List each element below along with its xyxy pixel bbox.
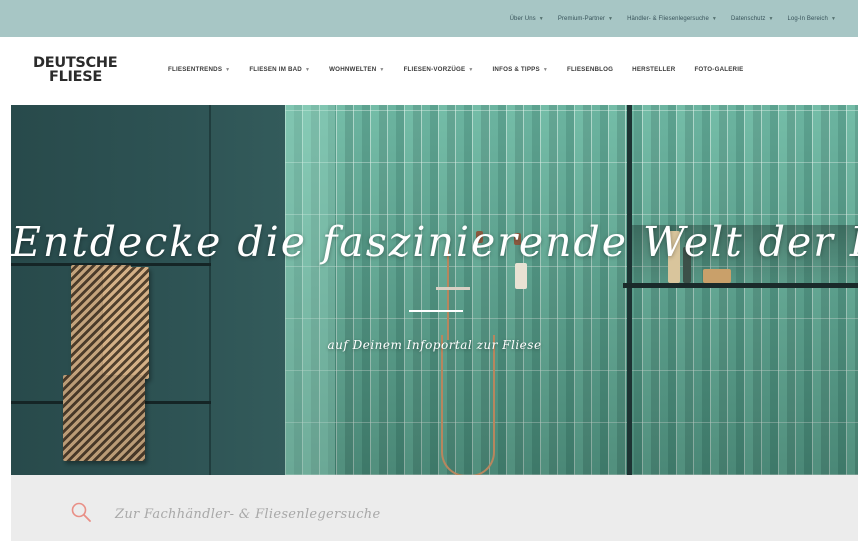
main-nav: FLIESENTRENDS ▼ FLIESEN IM BAD ▼ WOHNWELTE… <box>168 66 743 73</box>
shower-bar <box>436 287 470 290</box>
chevron-down-icon: ▼ <box>304 66 311 73</box>
search-icon[interactable] <box>71 502 91 522</box>
nav-item-infos-tipps[interactable]: INFOS & TIPPS ▼ <box>493 66 548 73</box>
chevron-down-icon: ▼ <box>225 66 231 73</box>
topnav-item-premium-partner[interactable]: Premium-Partner ▼ <box>558 16 613 22</box>
site-logo[interactable]: DEUTSCHE FLIESE <box>33 56 118 85</box>
nav-item-fliesentrends[interactable]: FLIESENTRENDS ▼ <box>168 66 230 73</box>
chevron-down-icon: ▼ <box>468 66 474 73</box>
top-utility-nav: Über Uns ▼ Premium-Partner ▼ Händler- & Fl… <box>510 0 836 37</box>
hero-title: Entdecke die faszinierende Welt der Flie… <box>11 218 858 266</box>
jar-image <box>703 269 731 283</box>
site-header: DEUTSCHE FLIESE FLIESENTRENDS ▼ FLIESEN I… <box>0 37 858 105</box>
towel-image <box>63 375 145 461</box>
hero-subtitle: auf Deinem Infoportal zur Fliese <box>327 338 542 352</box>
hero-divider <box>409 310 463 312</box>
hero-shower-pillar <box>627 105 632 475</box>
nav-item-foto-galerie[interactable]: FOTO-GALERIE <box>694 66 743 73</box>
shower-hose <box>441 335 495 475</box>
topnav-item-ueber-uns[interactable]: Über Uns ▼ <box>510 16 544 22</box>
soap-image <box>515 263 527 289</box>
chevron-down-icon: ▼ <box>608 15 614 22</box>
topnav-item-login[interactable]: Log-In Bereich ▼ <box>788 16 837 22</box>
nav-item-hersteller[interactable]: HERSTELLER <box>632 66 675 73</box>
chevron-down-icon: ▼ <box>768 15 774 22</box>
nav-item-fliesen-vorzuege[interactable]: FLIESEN-VORZÜGE ▼ <box>404 66 474 73</box>
hero-banner: Entdecke die faszinierende Welt der Flie… <box>11 105 858 475</box>
topnav-item-haendlersuche[interactable]: Händler- & Fliesenlegersuche ▼ <box>627 16 717 22</box>
top-utility-bar: Über Uns ▼ Premium-Partner ▼ Händler- & Fl… <box>0 0 858 37</box>
chevron-down-icon: ▼ <box>379 66 385 73</box>
topnav-item-datenschutz[interactable]: Datenschutz ▼ <box>731 16 774 22</box>
chevron-down-icon: ▼ <box>830 15 836 22</box>
dealer-search-link[interactable]: Zur Fachhändler- & Fliesenlegersuche <box>115 507 380 522</box>
hero-panel-seam <box>209 105 211 475</box>
towel-image <box>103 267 149 379</box>
nav-item-fliesen-im-bad[interactable]: FLIESEN IM BAD ▼ <box>249 66 310 73</box>
dealer-search-bar[interactable]: Zur Fachhändler- & Fliesenlegersuche <box>11 475 858 541</box>
nav-item-wohnwelten[interactable]: WOHNWELTEN ▼ <box>329 66 384 73</box>
hero-tile-highlight <box>285 105 335 475</box>
chevron-down-icon: ▼ <box>538 15 544 22</box>
logo-line2: FLIESE <box>49 69 102 85</box>
chevron-down-icon: ▼ <box>542 66 548 73</box>
hero-niche-shelf <box>623 283 858 288</box>
hero-tile-wall <box>285 105 858 475</box>
chevron-down-icon: ▼ <box>711 15 717 22</box>
nav-item-fliesenblog[interactable]: FLIESENBLOG <box>567 66 613 73</box>
